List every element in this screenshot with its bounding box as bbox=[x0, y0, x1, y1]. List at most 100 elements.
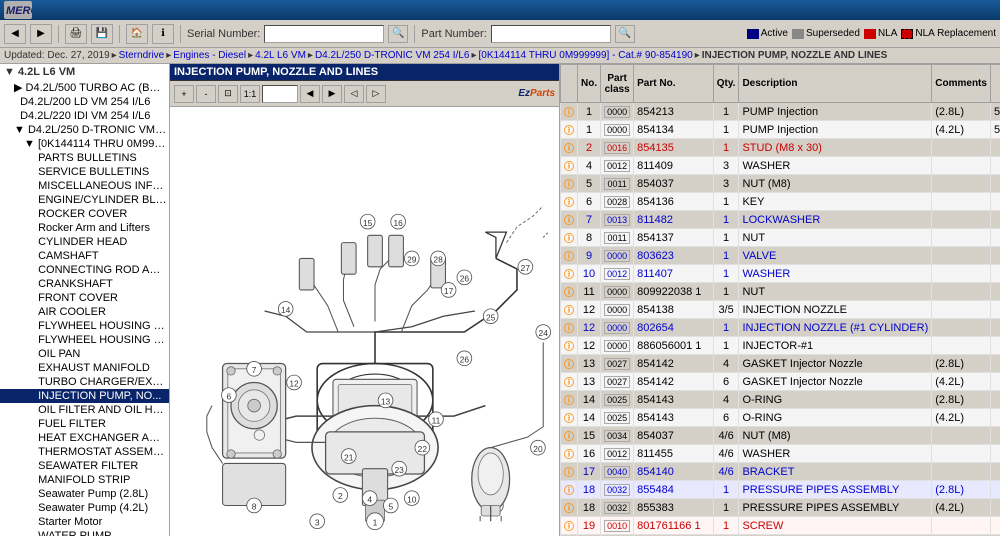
row-expand-icon[interactable]: ⓘ bbox=[561, 283, 578, 301]
row-expand-icon[interactable]: ⓘ bbox=[561, 391, 578, 409]
tree-item-d42l500[interactable]: ▶ D4.2L/500 TURBO AC (BRAVO) VM bbox=[0, 80, 169, 95]
row-partno[interactable]: 854037 bbox=[634, 427, 714, 445]
table-row[interactable]: ⓘ 10 0012 811407 1 WASHER bbox=[561, 265, 1000, 283]
table-row[interactable]: ⓘ 1 0000 854213 1 PUMP Injection (2.8L) … bbox=[561, 103, 1000, 121]
table-row[interactable]: ⓘ 11 0000 809922038 1 1 NUT 0.18 bbox=[561, 283, 1000, 301]
row-partno[interactable]: 802654 bbox=[634, 319, 714, 337]
tree-item-thermostat[interactable]: THERMOSTAT ASSEMBLY bbox=[0, 445, 169, 459]
row-partno[interactable]: 854137 bbox=[634, 229, 714, 247]
row-expand-icon[interactable]: ⓘ bbox=[561, 229, 578, 247]
row-partno[interactable]: 854213 bbox=[634, 103, 714, 121]
tree-item-exhaust[interactable]: EXHAUST MANIFOLD bbox=[0, 361, 169, 375]
tree-item-d42l220[interactable]: D4.2L/220 IDI VM 254 I/L6 bbox=[0, 109, 169, 123]
part-search-button[interactable]: 🔍 bbox=[615, 25, 635, 43]
row-partno[interactable]: 811482 bbox=[634, 211, 714, 229]
table-row[interactable]: ⓘ 14 0025 854143 6 O-RING (4.2L) 5.60 bbox=[561, 409, 1000, 427]
row-expand-icon[interactable]: ⓘ bbox=[561, 427, 578, 445]
tree-item-oil-filter[interactable]: OIL FILTER AND OIL HOS... bbox=[0, 403, 169, 417]
row-expand-icon[interactable]: ⓘ bbox=[561, 103, 578, 121]
row-partno[interactable]: 854134 bbox=[634, 121, 714, 139]
row-partno[interactable]: 854142 bbox=[634, 355, 714, 373]
row-expand-icon[interactable]: ⓘ bbox=[561, 337, 578, 355]
tree-item-range[interactable]: ▼ [0K144114 THRU 0M999999] bbox=[0, 137, 169, 151]
row-expand-icon[interactable]: ⓘ bbox=[561, 373, 578, 391]
part-input[interactable] bbox=[491, 25, 611, 43]
tree-item-misc-info[interactable]: MISCELLANEOUS INFOR... bbox=[0, 179, 169, 193]
tree-item-air-cooler[interactable]: AIR COOLER bbox=[0, 305, 169, 319]
row-partno[interactable]: 854140 bbox=[634, 463, 714, 481]
tree-item-flywheel-in[interactable]: FLYWHEEL HOUSING (IN... bbox=[0, 333, 169, 347]
row-partno[interactable]: 854143 bbox=[634, 391, 714, 409]
row-partno[interactable]: 854135 bbox=[634, 139, 714, 157]
row-partno[interactable]: 854142 bbox=[634, 373, 714, 391]
row-expand-icon[interactable]: ⓘ bbox=[561, 319, 578, 337]
diag-zoom-out[interactable]: - bbox=[196, 85, 216, 103]
tree-item-rocker-arm[interactable]: Rocker Arm and Lifters bbox=[0, 221, 169, 235]
col-desc[interactable]: Description bbox=[739, 65, 932, 103]
row-expand-icon[interactable]: ⓘ bbox=[561, 175, 578, 193]
tree-item-water-pump[interactable]: WATER PUMP bbox=[0, 529, 169, 536]
row-expand-icon[interactable]: ⓘ bbox=[561, 409, 578, 427]
table-row[interactable]: ⓘ 5 0011 854037 3 NUT (M8) 1.44 bbox=[561, 175, 1000, 193]
table-row[interactable]: ⓘ 18 0032 855383 1 PRESSURE PIPES ASSEMB… bbox=[561, 499, 1000, 517]
row-expand-icon[interactable]: ⓘ bbox=[561, 157, 578, 175]
row-partno[interactable]: 855383 bbox=[634, 499, 714, 517]
tree-item-seawater-filter[interactable]: SEAWATER FILTER bbox=[0, 459, 169, 473]
table-area[interactable]: No. Part class Part No. Qty. Description… bbox=[560, 64, 1000, 536]
row-partno[interactable]: 886056001 1 bbox=[634, 337, 714, 355]
breadcrumb-l6vm[interactable]: 4.2L L6 VM bbox=[255, 50, 306, 61]
tree-item-seawater-28[interactable]: Seawater Pump (2.8L) bbox=[0, 487, 169, 501]
tree-item-starter[interactable]: Starter Motor bbox=[0, 515, 169, 529]
row-expand-icon[interactable]: ⓘ bbox=[561, 121, 578, 139]
row-expand-icon[interactable]: ⓘ bbox=[561, 139, 578, 157]
home-button[interactable]: 🏠 bbox=[126, 24, 148, 44]
diag-zoom-in[interactable]: + bbox=[174, 85, 194, 103]
table-row[interactable]: ⓘ 13 0027 854142 4 GASKET Injector Nozzl… bbox=[561, 355, 1000, 373]
table-row[interactable]: ⓘ 14 0025 854143 4 O-RING (2.8L) 5.60 bbox=[561, 391, 1000, 409]
breadcrumb-range[interactable]: [0K144114 THRU 0M999999] - Cat.# 90-8541… bbox=[478, 50, 692, 61]
tree-root[interactable]: ▼ 4.2L L6 VM bbox=[0, 64, 169, 80]
row-expand-icon[interactable]: ⓘ bbox=[561, 463, 578, 481]
tree-item-crankshaft[interactable]: CRANKSHAFT bbox=[0, 277, 169, 291]
tree-item-fuel-filter[interactable]: FUEL FILTER bbox=[0, 417, 169, 431]
col-partno[interactable]: Part No. bbox=[634, 65, 714, 103]
col-retail[interactable]: Retail - NOK (NOK) bbox=[990, 65, 1000, 103]
table-row[interactable]: ⓘ 12 0000 854138 3/5 INJECTION NOZZLE 16… bbox=[561, 301, 1000, 319]
tree-item-heat-exchanger[interactable]: HEAT EXCHANGER AND H... bbox=[0, 431, 169, 445]
breadcrumb-dtronic[interactable]: D4.2L/250 D-TRONIC VM 254 I/L6 bbox=[315, 50, 470, 61]
breadcrumb-engines[interactable]: Engines - Diesel bbox=[173, 50, 246, 61]
tree-item-service-bulletins[interactable]: SERVICE BULLETINS bbox=[0, 165, 169, 179]
tree-item-injection-pump[interactable]: INJECTION PUMP, NO... bbox=[0, 389, 169, 403]
table-row[interactable]: ⓘ 13 0027 854142 6 GASKET Injector Nozzl… bbox=[561, 373, 1000, 391]
col-comments[interactable]: Comments bbox=[932, 65, 991, 103]
row-expand-icon[interactable]: ⓘ bbox=[561, 481, 578, 499]
diagram-area[interactable]: 15 27 16 14 29 28 bbox=[170, 107, 559, 536]
tree-item-seawater-42[interactable]: Seawater Pump (4.2L) bbox=[0, 501, 169, 515]
row-expand-icon[interactable]: ⓘ bbox=[561, 517, 578, 535]
table-row[interactable]: ⓘ 1 0000 854134 1 PUMP Injection (4.2L) … bbox=[561, 121, 1000, 139]
row-expand-icon[interactable]: ⓘ bbox=[561, 355, 578, 373]
row-partno[interactable]: 811407 bbox=[634, 265, 714, 283]
table-row[interactable]: ⓘ 19 0010 801761166 1 1 SCREW 486.49 bbox=[561, 517, 1000, 535]
serial-input[interactable] bbox=[264, 25, 384, 43]
table-row[interactable]: ⓘ 12 0000 802654 1 INJECTION NOZZLE (#1 … bbox=[561, 319, 1000, 337]
row-partno[interactable]: 854138 bbox=[634, 301, 714, 319]
row-expand-icon[interactable]: ⓘ bbox=[561, 211, 578, 229]
tree-item-connecting-rod[interactable]: CONNECTING ROD AND P... bbox=[0, 263, 169, 277]
tree-item-manifold-strip[interactable]: MANIFOLD STRIP bbox=[0, 473, 169, 487]
row-partno[interactable]: 811455 bbox=[634, 445, 714, 463]
save-button[interactable]: 💾 bbox=[91, 24, 113, 44]
breadcrumb-sterndrive[interactable]: Sterndrive bbox=[119, 50, 165, 61]
zoom-input[interactable]: 150 bbox=[262, 85, 298, 103]
table-row[interactable]: ⓘ 17 0040 854140 4/6 BRACKET 26.38 bbox=[561, 463, 1000, 481]
diag-fit[interactable]: ⊡ bbox=[218, 85, 238, 103]
tree-item-parts-bulletins[interactable]: PARTS BULLETINS bbox=[0, 151, 169, 165]
diag-next[interactable]: ▶ bbox=[322, 85, 342, 103]
breadcrumb-updated[interactable]: Updated: Dec. 27, 2019 bbox=[4, 50, 110, 61]
table-row[interactable]: ⓘ 12 0000 886056001 1 1 INJECTOR-#1 7020… bbox=[561, 337, 1000, 355]
row-partno[interactable]: 854136 bbox=[634, 193, 714, 211]
tree-item-rocker-cover[interactable]: ROCKER COVER bbox=[0, 207, 169, 221]
row-partno[interactable]: 811409 bbox=[634, 157, 714, 175]
table-row[interactable]: ⓘ 15 0034 854037 4/6 NUT (M8) 1.44 bbox=[561, 427, 1000, 445]
row-expand-icon[interactable]: ⓘ bbox=[561, 193, 578, 211]
